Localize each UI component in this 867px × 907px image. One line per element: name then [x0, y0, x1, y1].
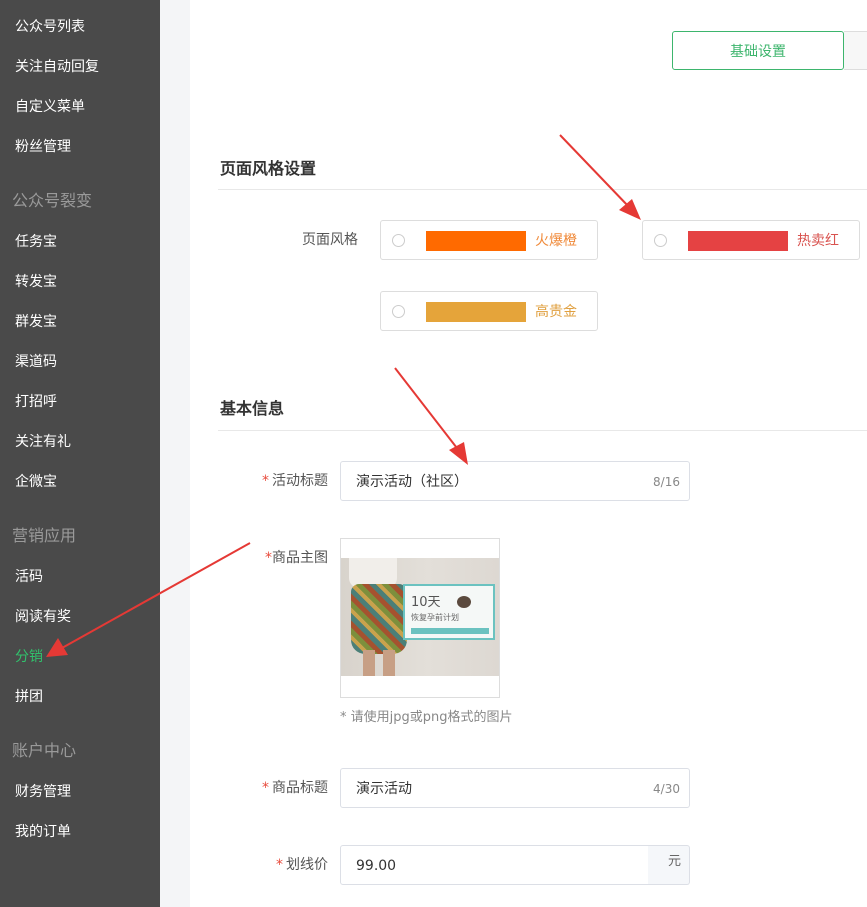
radio-icon[interactable] — [654, 234, 667, 247]
price-unit: 元 — [648, 845, 690, 885]
image-text-sub: 恢复孕前计划 — [411, 613, 459, 622]
image-text-main: 10天 — [411, 595, 441, 610]
sidebar-item-finance[interactable]: 财务管理 — [15, 782, 71, 802]
sidebar-item-forward[interactable]: 转发宝 — [15, 272, 57, 292]
section-divider — [218, 189, 867, 190]
section-divider — [218, 430, 867, 431]
section-title-page-style: 页面风格设置 — [220, 159, 317, 178]
product-title-label: * 商品标题 — [262, 780, 328, 796]
activity-title-input[interactable]: 演示活动（社区） 8/16 — [340, 461, 690, 501]
sidebar-item-task[interactable]: 任务宝 — [15, 232, 57, 252]
sidebar: 公众号列表 关注自动回复 自定义菜单 粉丝管理 公众号裂变 任务宝 转发宝 群发… — [0, 0, 160, 907]
radio-icon[interactable] — [392, 305, 405, 318]
tab-basic-settings[interactable]: 基础设置 — [672, 31, 844, 70]
required-mark: * — [262, 780, 269, 796]
color-swatch — [688, 231, 788, 251]
style-name: 高贵金 — [535, 304, 577, 320]
input-value: 99.00 — [356, 858, 397, 874]
page-style-label: 页面风格 — [302, 232, 358, 248]
radio-icon[interactable] — [392, 234, 405, 247]
product-title-input[interactable]: 演示活动 4/30 — [340, 768, 690, 808]
product-image: 10天 恢复孕前计划 — [341, 558, 499, 676]
sidebar-item-live-code[interactable]: 活码 — [15, 567, 43, 587]
sidebar-item-group-buy[interactable]: 拼团 — [15, 687, 43, 707]
input-value: 演示活动（社区） — [356, 474, 468, 490]
sidebar-group-fission: 公众号裂变 — [12, 191, 93, 210]
char-counter: 8/16 — [653, 475, 680, 489]
tab-next[interactable] — [844, 31, 867, 70]
char-counter: 4/30 — [653, 782, 680, 796]
image-format-hint: * 请使用jpg或png格式的图片 — [340, 710, 513, 725]
content-gutter — [160, 0, 190, 907]
required-mark: * — [265, 550, 272, 566]
sidebar-item-follow-gift[interactable]: 关注有礼 — [15, 432, 71, 452]
sidebar-item-read-reward[interactable]: 阅读有奖 — [15, 607, 71, 627]
required-mark: * — [262, 473, 269, 489]
style-name: 热卖红 — [797, 233, 839, 249]
sidebar-item-wecom[interactable]: 企微宝 — [15, 472, 57, 492]
sidebar-item-follow-auto-reply[interactable]: 关注自动回复 — [15, 57, 99, 77]
style-name: 火爆橙 — [535, 233, 577, 249]
strike-price-label: * 划线价 — [276, 857, 328, 873]
product-image-upload[interactable]: 10天 恢复孕前计划 — [340, 538, 500, 698]
color-swatch — [426, 302, 526, 322]
strike-price-input[interactable]: 99.00 — [340, 845, 649, 885]
input-value: 演示活动 — [356, 781, 412, 797]
activity-title-label: * 活动标题 — [262, 473, 328, 489]
sidebar-item-channel-code[interactable]: 渠道码 — [15, 352, 57, 372]
sidebar-group-account: 账户中心 — [12, 741, 77, 760]
sidebar-item-custom-menu[interactable]: 自定义菜单 — [15, 97, 85, 117]
sidebar-item-group-send[interactable]: 群发宝 — [15, 312, 57, 332]
product-image-label: *商品主图 — [265, 550, 328, 566]
sidebar-group-marketing: 营销应用 — [12, 526, 77, 545]
arrow-to-activity-title — [394, 367, 468, 465]
section-title-basic-info: 基本信息 — [220, 399, 285, 418]
sidebar-item-fans[interactable]: 粉丝管理 — [15, 137, 71, 157]
color-swatch — [426, 231, 526, 251]
style-option-gold[interactable]: 高贵金 — [380, 291, 598, 331]
sidebar-item-account-list[interactable]: 公众号列表 — [15, 17, 85, 37]
required-mark: * — [276, 857, 283, 873]
style-option-red[interactable]: 热卖红 — [642, 220, 860, 260]
sidebar-item-greeting[interactable]: 打招呼 — [15, 392, 57, 412]
sidebar-item-distribution[interactable]: 分销 — [15, 647, 43, 667]
sidebar-item-my-orders[interactable]: 我的订单 — [15, 822, 71, 842]
arrow-to-red-style — [559, 134, 641, 220]
style-option-orange[interactable]: 火爆橙 — [380, 220, 598, 260]
